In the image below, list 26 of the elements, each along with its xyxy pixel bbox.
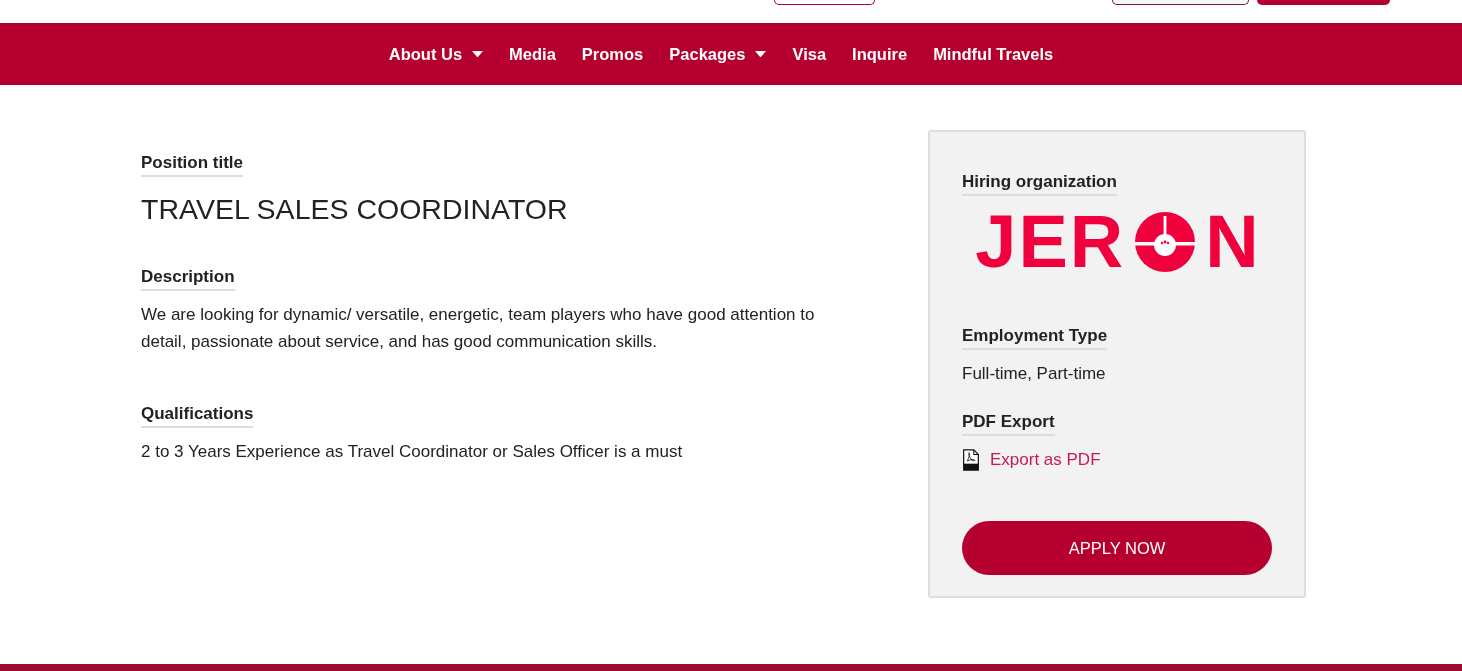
section-text: 2 to 3 Years Experience as Travel Coordinator or Sales Officer is a must [141,441,684,463]
plane-ring-logo-icon [1135,212,1196,272]
nav-link[interactable]: Inquire [852,43,908,65]
logo-wordmark: JER [975,212,1126,272]
nav-link[interactable]: Mindful Travels [933,43,1054,65]
section-label: Employment Type [962,325,1108,350]
nav-link[interactable]: About Us [388,43,484,65]
apply-now-button[interactable]: APPLY NOW [962,521,1272,575]
caret-icon [755,50,767,58]
header-button[interactable] [1112,0,1249,5]
nav-link[interactable]: Visa [792,43,827,65]
logo-wordmark: N [1205,212,1259,272]
nav-link[interactable]: Promos [581,43,644,65]
section-label: Description [141,266,235,291]
nav-link[interactable]: Media [509,43,556,65]
nav-link[interactable]: Packages [669,43,767,65]
employment-type-value: Full-time, Part-time [962,363,1106,385]
caret-icon [472,50,484,58]
section-text: We are looking for dynamic/ versatile, energetic, team players who have good attention to detail, passionate about service, and has good communication skills. [141,304,816,353]
export-pdf-link[interactable]: Export as PDF [962,446,1101,473]
section-label: Hiring organization [962,171,1117,196]
section-label: Qualifications [141,403,254,428]
job-title: TRAVEL SALES COORDINATOR [141,192,568,226]
section-label: PDF Export [962,411,1055,436]
section-label: Position title [141,152,243,177]
pdf-file-icon [962,448,980,471]
